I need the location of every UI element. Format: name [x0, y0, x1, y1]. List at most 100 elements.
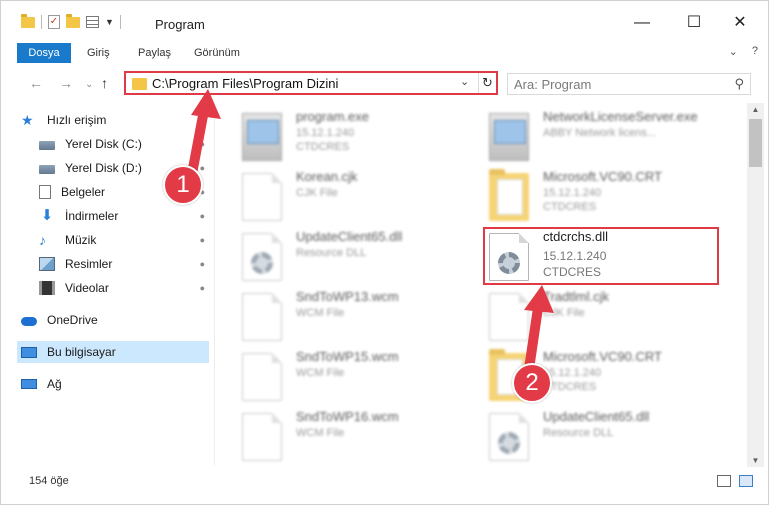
network-icon — [21, 379, 37, 389]
onedrive-icon — [21, 317, 37, 326]
search-input[interactable] — [514, 77, 714, 92]
file-description: ABBY Network licens... — [543, 127, 656, 139]
file-version: 15.12.1.240 — [543, 367, 602, 379]
address-bar[interactable]: C:\Program Files\Program Dizini ⌄ ↻ — [124, 71, 498, 95]
tab-view[interactable]: Görünüm — [194, 47, 240, 59]
file-type: WCM File — [296, 427, 345, 439]
file-name: Microsoft.VC90.CRT — [543, 169, 662, 184]
scroll-up-icon[interactable]: ▲ — [747, 105, 764, 114]
file-type: WCM File — [296, 367, 345, 379]
highlight-box — [483, 227, 719, 285]
ribbon-expand-icon[interactable]: ⌄ — [729, 45, 738, 58]
dll-settings-icon — [489, 413, 529, 461]
file-item[interactable]: UpdateClient65.dll Resource DLL — [483, 409, 723, 465]
file-type: CJK File — [296, 187, 338, 199]
file-icon — [242, 413, 282, 461]
details-view-icon[interactable] — [717, 475, 731, 487]
computer-icon — [21, 346, 37, 358]
search-box[interactable]: ⚲ — [507, 73, 751, 95]
file-icon — [242, 173, 282, 221]
folder-icon — [132, 78, 147, 90]
sidebar-item-pictures[interactable]: Resimler ● — [17, 253, 209, 275]
sidebar-item-label: Hızlı erişim — [47, 113, 107, 127]
file-company: CTDCRES — [543, 201, 597, 213]
music-icon: ♪ — [39, 232, 46, 248]
file-item[interactable]: program.exe 15.12.1.240 CTDCRES — [236, 109, 476, 167]
status-bar: 154 öğe — [1, 467, 768, 504]
file-item[interactable]: Tradtlml.cjk CJK File — [483, 289, 723, 347]
pin-icon: ● — [199, 211, 205, 221]
sidebar-item-network[interactable]: Ağ — [17, 373, 209, 395]
sidebar-item-label: OneDrive — [47, 313, 98, 327]
file-item[interactable]: SndToWP16.wcm WCM File — [236, 409, 476, 465]
sidebar-item-label: Ağ — [47, 377, 62, 391]
forward-arrow-icon[interactable]: → — [59, 75, 73, 91]
file-item[interactable]: SndToWP15.wcm WCM File — [236, 349, 476, 407]
up-arrow-icon[interactable]: ↑ — [101, 75, 108, 91]
scroll-down-icon[interactable]: ▼ — [747, 456, 764, 465]
explorer-window: ✓ ▼ Program — ☐ ✕ Dosya Giriş Paylaş Gör… — [0, 0, 769, 505]
sidebar-item-music[interactable]: ♪ Müzik ● — [17, 229, 209, 251]
file-item[interactable]: Microsoft.VC90.CRT 15.12.1.240 CTDCRES — [483, 169, 723, 227]
tab-share[interactable]: Paylaş — [138, 47, 171, 59]
file-type: CJK File — [543, 307, 585, 319]
separator — [41, 15, 42, 29]
file-name: SndToWP13.wcm — [296, 289, 399, 304]
step-badge-1: 1 — [163, 165, 203, 205]
file-item[interactable]: NetworkLicenseServer.exe ABBY Network li… — [483, 109, 723, 167]
folder-icon — [21, 13, 35, 28]
back-arrow-icon[interactable]: ← — [29, 75, 43, 91]
customize-dropdown-icon[interactable]: ▼ — [105, 17, 114, 27]
file-item[interactable]: Korean.cjk CJK File — [236, 169, 476, 227]
properties-list-icon[interactable] — [86, 16, 99, 28]
tab-home[interactable]: Giriş — [87, 47, 110, 59]
executable-icon — [242, 113, 282, 161]
refresh-icon[interactable]: ↻ — [478, 73, 496, 93]
search-icon[interactable]: ⚲ — [734, 76, 744, 92]
maximize-button[interactable]: ☐ — [679, 11, 709, 35]
vertical-scrollbar[interactable]: ▲ ▼ — [747, 103, 764, 467]
pin-icon: ● — [199, 139, 205, 149]
sidebar-item-downloads[interactable]: ⬇ İndirmeler ● — [17, 205, 209, 227]
address-history-chevron-icon[interactable]: ⌄ — [460, 75, 469, 88]
sidebar-item-quick-access[interactable]: ★ Hızlı erişim — [17, 109, 209, 131]
pin-icon: ● — [199, 283, 205, 293]
file-icon — [242, 293, 282, 341]
sidebar-item-this-pc[interactable]: Bu bilgisayar — [17, 341, 209, 363]
sidebar-item-local-disk-c[interactable]: Yerel Disk (C:) ● — [17, 133, 209, 155]
quick-access-toolbar: ✓ ▼ — [21, 13, 121, 29]
star-icon: ★ — [21, 112, 34, 128]
file-item[interactable]: SndToWP13.wcm WCM File — [236, 289, 476, 347]
new-folder-icon[interactable] — [66, 13, 80, 28]
large-icons-view-icon[interactable] — [739, 475, 753, 487]
file-name: UpdateClient65.dll — [543, 409, 650, 424]
title-bar: ✓ ▼ Program — ☐ ✕ — [1, 1, 768, 41]
file-type: WCM File — [296, 307, 345, 319]
drive-icon — [39, 141, 55, 150]
document-icon — [39, 185, 51, 199]
properties-check-icon[interactable]: ✓ — [48, 15, 60, 29]
file-name: SndToWP15.wcm — [296, 349, 399, 364]
help-icon[interactable]: ? — [752, 45, 758, 58]
file-type: Resource DLL — [296, 247, 367, 259]
scroll-thumb[interactable] — [749, 119, 762, 167]
file-version: 15.12.1.240 — [296, 127, 355, 139]
sidebar-item-videos[interactable]: Videolar ● — [17, 277, 209, 299]
file-version: 15.12.1.240 — [543, 187, 602, 199]
executable-icon — [489, 113, 529, 161]
window-title: Program — [155, 17, 205, 32]
pictures-icon — [39, 257, 55, 271]
sidebar-item-label: Yerel Disk (C:) — [65, 137, 142, 151]
tab-file[interactable]: Dosya — [17, 43, 71, 63]
file-item[interactable]: UpdateClient65.dll Resource DLL — [236, 229, 476, 287]
sidebar-item-onedrive[interactable]: OneDrive — [17, 309, 209, 331]
pin-icon: ● — [199, 259, 205, 269]
minimize-button[interactable]: — — [627, 11, 657, 35]
address-path[interactable]: C:\Program Files\Program Dizini — [152, 76, 338, 91]
sidebar-item-label: İndirmeler — [65, 209, 119, 223]
recent-locations-icon[interactable]: ⌄ — [85, 79, 93, 90]
close-button[interactable]: ✕ — [725, 11, 755, 35]
sidebar-item-label: Belgeler — [61, 185, 106, 199]
separator — [119, 15, 121, 29]
step-badge-2: 2 — [512, 363, 552, 403]
